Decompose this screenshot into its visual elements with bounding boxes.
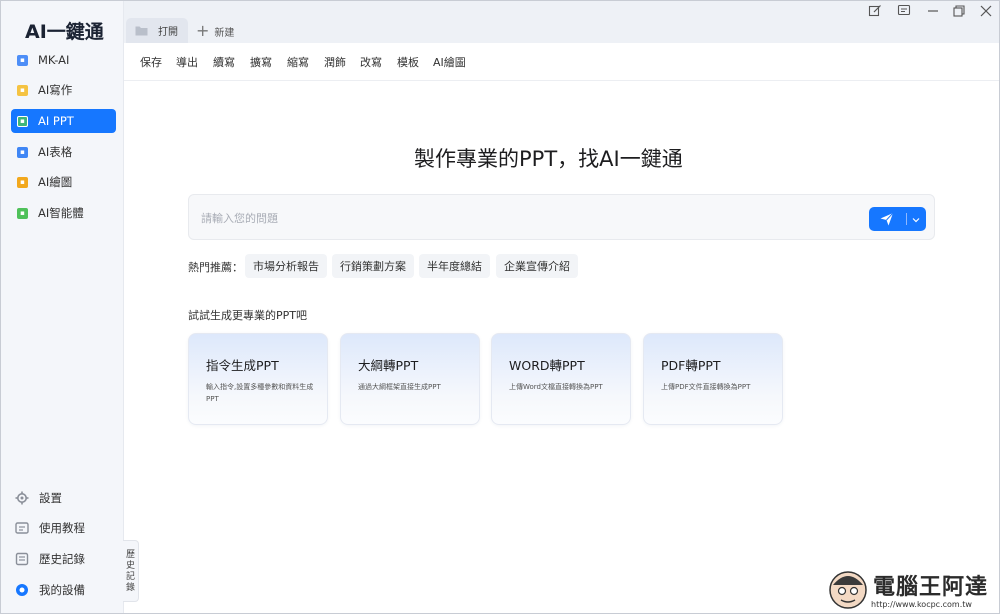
sidebar-item-label: AI表格	[38, 145, 73, 159]
sidebar-item-ai-table[interactable]: ▪ AI表格	[11, 140, 116, 164]
mascot-logo-icon	[829, 571, 867, 609]
app-window: AI一鍵通 ▪ MK-AI ▪ AI寫作 ▪ AI PPT ▪ AI表格 ▪ A…	[0, 0, 1000, 614]
settings-button[interactable]: 設置	[15, 488, 62, 508]
card-pdf-to-ppt[interactable]: PDF轉PPT 上傳PDF文件直接轉換為PPT	[643, 333, 783, 425]
folder-icon	[135, 26, 148, 36]
toolbar-shorten[interactable]: 縮寫	[287, 54, 309, 70]
my-devices-label: 我的設備	[39, 583, 85, 597]
ai-draw-icon: ▪	[17, 176, 28, 188]
app-logo: AI一鍵通	[25, 21, 104, 43]
chevron-down-icon[interactable]	[912, 216, 920, 224]
sidebar-item-label: AI智能體	[38, 206, 84, 220]
plus-icon: +	[196, 21, 210, 40]
edit-icon[interactable]	[868, 4, 882, 18]
tab-bar: 打開 + 新建	[124, 1, 999, 43]
send-divider	[906, 213, 907, 225]
hot-chip[interactable]: 企業宣傳介紹	[496, 254, 578, 278]
question-input[interactable]	[201, 209, 801, 227]
hot-chip[interactable]: 市場分析報告	[245, 254, 327, 278]
ai-write-icon: ▪	[17, 84, 28, 96]
card-desc: 上傳PDF文件直接轉換為PPT	[661, 383, 751, 391]
hot-chip[interactable]: 行銷策劃方案	[332, 254, 414, 278]
card-desc: 通過大綱框架直接生成PPT	[358, 383, 441, 391]
tutorial-button[interactable]: 使用教程	[15, 518, 85, 538]
card-title: 大綱轉PPT	[358, 358, 419, 373]
card-desc: 上傳Word文檔直接轉換為PPT	[509, 383, 603, 391]
card-title: WORD轉PPT	[509, 358, 585, 373]
toolbar-polish[interactable]: 潤飾	[324, 54, 346, 70]
history-side-tab[interactable]: 歷 史 記 錄	[123, 540, 139, 602]
toolbar-rewrite[interactable]: 改寫	[360, 54, 382, 70]
toolbar-ai-draw[interactable]: AI繪圖	[433, 54, 466, 70]
sidebar-item-label: AI PPT	[38, 114, 74, 128]
watermark: 電腦王阿達 http://www.kocpc.com.tw	[823, 563, 999, 613]
ai-ppt-icon: ▪	[17, 115, 28, 127]
close-icon[interactable]	[979, 4, 993, 18]
sidebar-item-ai-agent[interactable]: ▪ AI智能體	[11, 201, 116, 225]
sidebar-item-label: AI寫作	[38, 83, 73, 97]
sidebar-item-ai-ppt[interactable]: ▪ AI PPT	[11, 109, 116, 133]
card-title: PDF轉PPT	[661, 358, 721, 373]
toolbar-template[interactable]: 模板	[397, 54, 419, 70]
toolbar-export[interactable]: 導出	[176, 54, 198, 70]
hot-chip[interactable]: 半年度總結	[419, 254, 490, 278]
try-section-title: 試試生成更專業的PPT吧	[188, 309, 307, 322]
card-command-to-ppt[interactable]: 指令生成PPT 輸入指令,設置多種參數和資料生成PPT	[188, 333, 328, 425]
tutorial-icon	[15, 522, 29, 534]
settings-label: 設置	[39, 491, 62, 505]
page-title: 製作專業的PPT，找AI一鍵通	[414, 147, 683, 171]
ai-agent-icon: ▪	[17, 207, 28, 219]
new-tab-button[interactable]: + 新建	[196, 21, 234, 41]
send-icon	[880, 212, 894, 226]
sidebar-item-mk-ai[interactable]: ▪ MK-AI	[11, 48, 116, 72]
hot-recommend-label: 熱門推薦：	[188, 261, 243, 274]
device-icon	[16, 584, 28, 596]
sidebar-item-label: MK-AI	[38, 53, 70, 67]
sidebar: AI一鍵通 ▪ MK-AI ▪ AI寫作 ▪ AI PPT ▪ AI表格 ▪ A…	[1, 1, 124, 613]
restore-icon[interactable]	[952, 4, 966, 18]
history-button[interactable]: 歷史記錄	[15, 549, 85, 569]
minimize-icon[interactable]	[926, 4, 940, 18]
sidebar-item-label: AI繪圖	[38, 175, 73, 189]
card-desc: 輸入指令,設置多種參數和資料生成PPT	[206, 383, 314, 403]
history-icon	[15, 552, 29, 566]
tutorial-label: 使用教程	[39, 521, 85, 535]
card-word-to-ppt[interactable]: WORD轉PPT 上傳Word文檔直接轉換為PPT	[491, 333, 631, 425]
toolbar-continue[interactable]: 續寫	[213, 54, 235, 70]
sidebar-item-ai-write[interactable]: ▪ AI寫作	[11, 78, 116, 102]
my-devices-button[interactable]: 我的設備	[15, 580, 85, 600]
toolbar-save[interactable]: 保存	[140, 54, 162, 70]
toolbar-expand[interactable]: 擴寫	[250, 54, 272, 70]
history-side-tab-label: 歷 史 記 錄	[125, 549, 135, 593]
mk-ai-icon: ▪	[17, 54, 28, 66]
ai-table-icon: ▪	[17, 146, 28, 158]
watermark-text: 電腦王阿達	[873, 575, 989, 600]
sidebar-item-ai-draw[interactable]: ▪ AI繪圖	[11, 170, 116, 194]
tab-open[interactable]: 打開	[126, 18, 188, 43]
card-outline-to-ppt[interactable]: 大綱轉PPT 通過大綱框架直接生成PPT	[340, 333, 480, 425]
watermark-url: http://www.kocpc.com.tw	[871, 600, 972, 609]
new-tab-label: 新建	[214, 27, 235, 39]
history-label: 歷史記錄	[39, 552, 85, 566]
feedback-icon[interactable]	[897, 4, 911, 18]
toolbar: 保存 導出 續寫 擴寫 縮寫 潤飾 改寫 模板 AI繪圖	[124, 43, 999, 81]
tab-open-label: 打開	[158, 27, 178, 38]
gear-icon	[15, 491, 29, 505]
card-title: 指令生成PPT	[206, 358, 279, 373]
search-box	[188, 194, 935, 240]
send-button[interactable]	[869, 207, 926, 231]
